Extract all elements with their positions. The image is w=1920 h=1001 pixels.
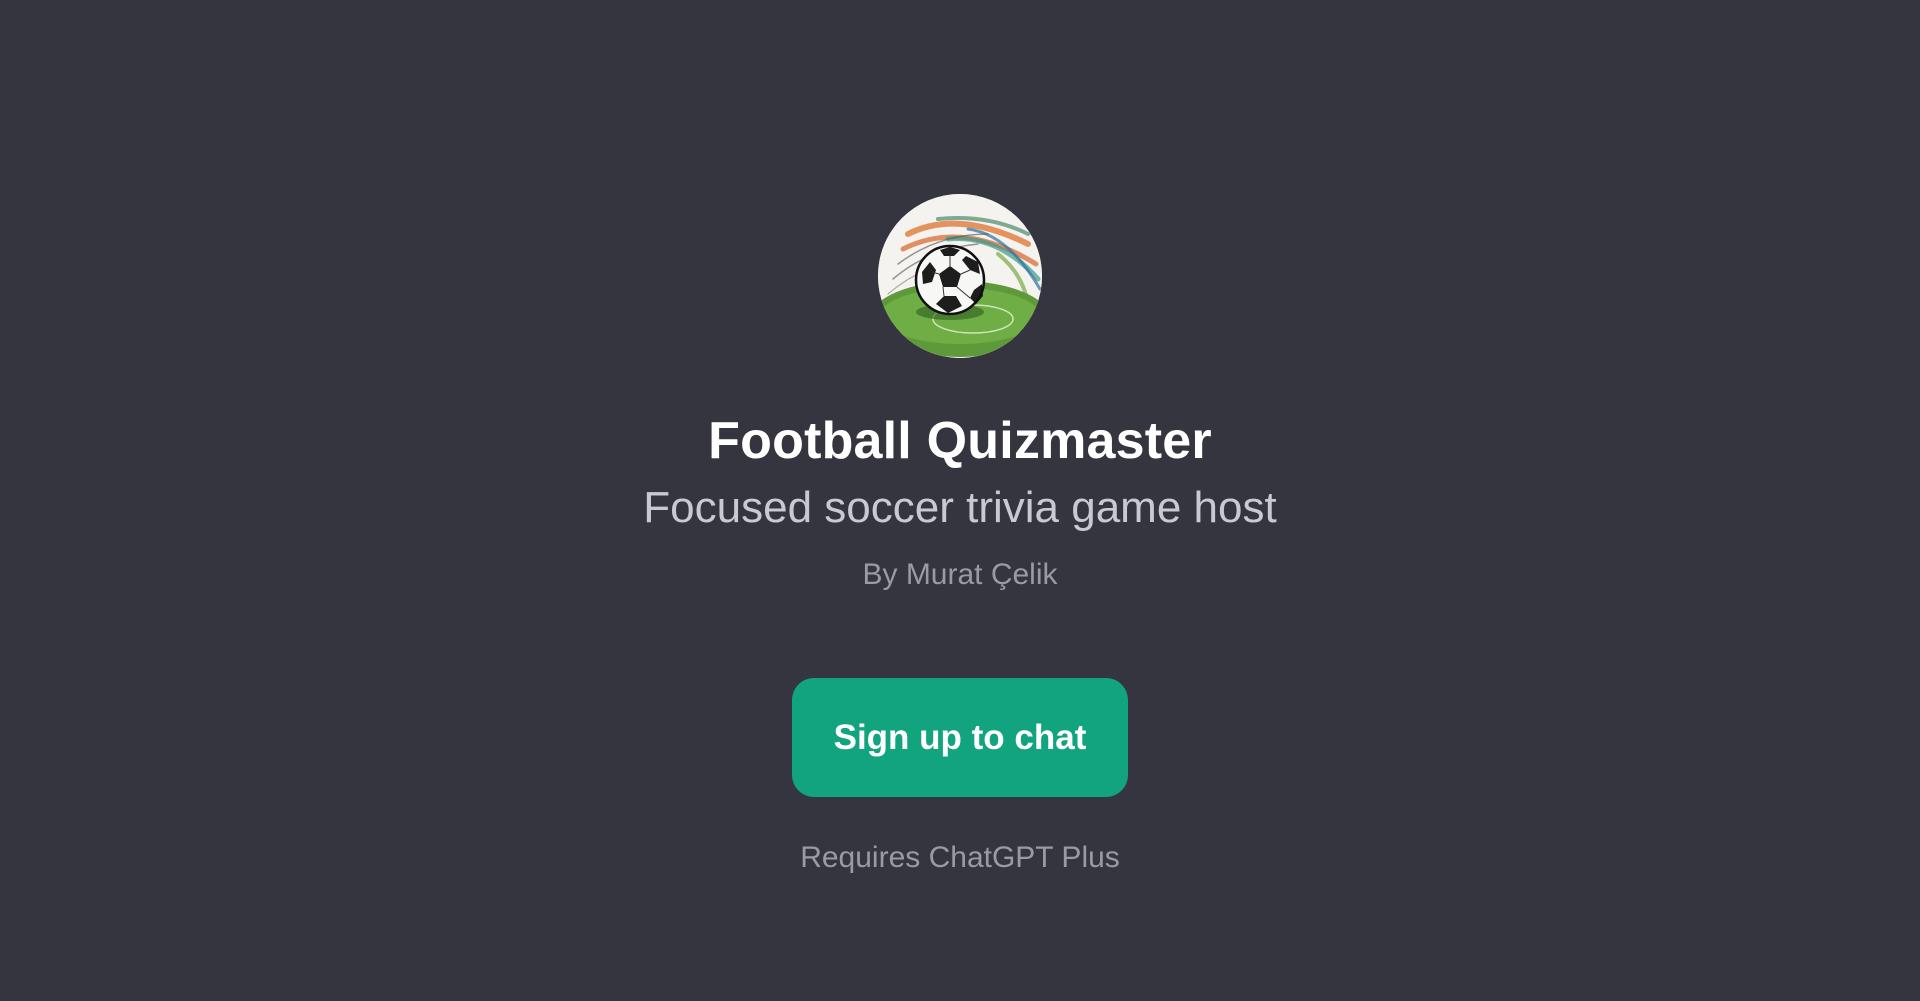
gpt-description: Focused soccer trivia game host — [643, 483, 1277, 532]
sign-up-to-chat-button[interactable]: Sign up to chat — [792, 678, 1128, 797]
gpt-author: By Murat Çelik — [862, 558, 1058, 591]
soccer-ball-icon — [878, 194, 1042, 358]
requirement-note: Requires ChatGPT Plus — [800, 841, 1120, 874]
gpt-title: Football Quizmaster — [708, 412, 1212, 470]
gpt-avatar — [878, 194, 1042, 358]
gpt-landing-page: Football Quizmaster Focused soccer trivi… — [0, 0, 1920, 1001]
